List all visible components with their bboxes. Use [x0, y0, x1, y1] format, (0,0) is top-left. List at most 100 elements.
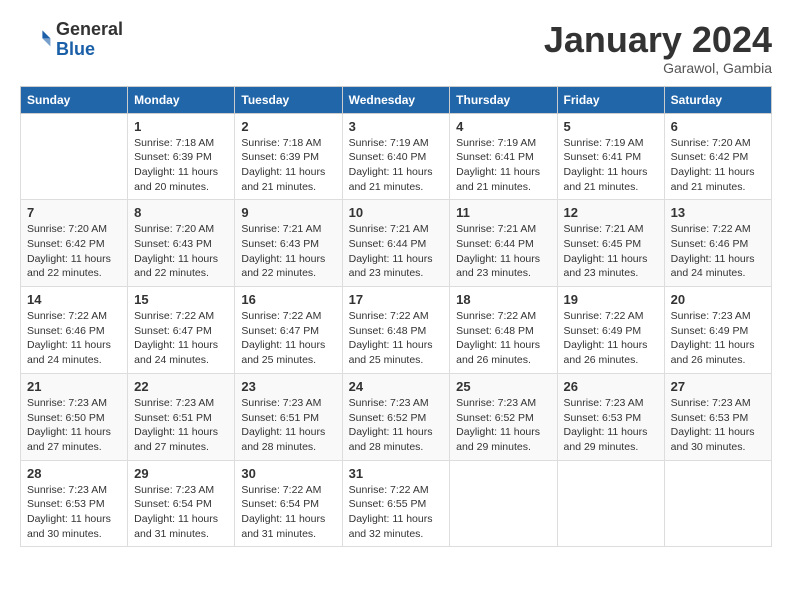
day-info: Sunrise: 7:23 AM Sunset: 6:51 PM Dayligh… [241, 396, 335, 455]
col-header-saturday: Saturday [664, 86, 771, 113]
day-info: Sunrise: 7:18 AM Sunset: 6:39 PM Dayligh… [241, 136, 335, 195]
calendar-table: SundayMondayTuesdayWednesdayThursdayFrid… [20, 86, 772, 548]
calendar-header-row: SundayMondayTuesdayWednesdayThursdayFrid… [21, 86, 772, 113]
day-info: Sunrise: 7:21 AM Sunset: 6:45 PM Dayligh… [564, 222, 658, 281]
col-header-monday: Monday [128, 86, 235, 113]
calendar-cell [557, 460, 664, 547]
day-info: Sunrise: 7:21 AM Sunset: 6:43 PM Dayligh… [241, 222, 335, 281]
day-number: 28 [27, 466, 121, 481]
day-number: 1 [134, 119, 228, 134]
calendar-cell: 30Sunrise: 7:22 AM Sunset: 6:54 PM Dayli… [235, 460, 342, 547]
calendar-subtitle: Garawol, Gambia [544, 60, 772, 76]
calendar-cell: 25 Sunrise: 7:23 AM Sunset: 6:52 PM Dayli… [450, 373, 557, 460]
day-info: Sunrise: 7:23 AM Sunset: 6:53 PM Dayligh… [564, 396, 658, 455]
calendar-cell: 9Sunrise: 7:21 AM Sunset: 6:43 PM Daylig… [235, 200, 342, 287]
calendar-week-3: 14 Sunrise: 7:22 AM Sunset: 6:46 PM Dayli… [21, 287, 772, 374]
day-number: 12 [564, 205, 658, 220]
day-number: 19 [564, 292, 658, 307]
day-number: 21 [27, 379, 121, 394]
calendar-cell: 21 Sunrise: 7:23 AM Sunset: 6:50 PM Dayli… [21, 373, 128, 460]
day-info: Sunrise: 7:22 AM Sunset: 6:47 PM Dayligh… [241, 309, 335, 368]
day-number: 26 [564, 379, 658, 394]
day-number: 5 [564, 119, 658, 134]
calendar-cell: 31 Sunrise: 7:22 AM Sunset: 6:55 PM Dayli… [342, 460, 450, 547]
col-header-wednesday: Wednesday [342, 86, 450, 113]
col-header-friday: Friday [557, 86, 664, 113]
day-info: Sunrise: 7:22 AM Sunset: 6:46 PM Dayligh… [27, 309, 121, 368]
day-number: 29 [134, 466, 228, 481]
calendar-cell: 4Sunrise: 7:19 AM Sunset: 6:41 PM Daylig… [450, 113, 557, 200]
day-number: 3 [349, 119, 444, 134]
calendar-cell: 26 Sunrise: 7:23 AM Sunset: 6:53 PM Dayli… [557, 373, 664, 460]
calendar-cell: 1 Sunrise: 7:18 AM Sunset: 6:39 PM Daylig… [128, 113, 235, 200]
day-number: 13 [671, 205, 765, 220]
day-number: 22 [134, 379, 228, 394]
title-block: January 2024 Garawol, Gambia [544, 20, 772, 76]
day-number: 6 [671, 119, 765, 134]
day-info: Sunrise: 7:20 AM Sunset: 6:43 PM Dayligh… [134, 222, 228, 281]
calendar-cell: 27 Sunrise: 7:23 AM Sunset: 6:53 PM Dayli… [664, 373, 771, 460]
logo-icon [20, 24, 52, 56]
calendar-cell: 13 Sunrise: 7:22 AM Sunset: 6:46 PM Dayli… [664, 200, 771, 287]
day-info: Sunrise: 7:23 AM Sunset: 6:49 PM Dayligh… [671, 309, 765, 368]
day-info: Sunrise: 7:22 AM Sunset: 6:48 PM Dayligh… [456, 309, 550, 368]
calendar-cell: 23Sunrise: 7:23 AM Sunset: 6:51 PM Dayli… [235, 373, 342, 460]
col-header-sunday: Sunday [21, 86, 128, 113]
day-info: Sunrise: 7:22 AM Sunset: 6:48 PM Dayligh… [349, 309, 444, 368]
day-number: 10 [349, 205, 444, 220]
day-number: 14 [27, 292, 121, 307]
day-info: Sunrise: 7:23 AM Sunset: 6:50 PM Dayligh… [27, 396, 121, 455]
calendar-cell: 17 Sunrise: 7:22 AM Sunset: 6:48 PM Dayli… [342, 287, 450, 374]
calendar-body: 1 Sunrise: 7:18 AM Sunset: 6:39 PM Daylig… [21, 113, 772, 547]
day-info: Sunrise: 7:23 AM Sunset: 6:54 PM Dayligh… [134, 483, 228, 542]
calendar-cell: 24 Sunrise: 7:23 AM Sunset: 6:52 PM Dayli… [342, 373, 450, 460]
calendar-cell: 14 Sunrise: 7:22 AM Sunset: 6:46 PM Dayli… [21, 287, 128, 374]
calendar-cell: 7Sunrise: 7:20 AM Sunset: 6:42 PM Daylig… [21, 200, 128, 287]
calendar-cell [450, 460, 557, 547]
calendar-cell: 3 Sunrise: 7:19 AM Sunset: 6:40 PM Daylig… [342, 113, 450, 200]
day-number: 18 [456, 292, 550, 307]
day-number: 27 [671, 379, 765, 394]
day-number: 11 [456, 205, 550, 220]
calendar-cell [664, 460, 771, 547]
day-info: Sunrise: 7:22 AM Sunset: 6:49 PM Dayligh… [564, 309, 658, 368]
day-info: Sunrise: 7:23 AM Sunset: 6:53 PM Dayligh… [671, 396, 765, 455]
day-number: 2 [241, 119, 335, 134]
calendar-cell: 15Sunrise: 7:22 AM Sunset: 6:47 PM Dayli… [128, 287, 235, 374]
calendar-cell: 8 Sunrise: 7:20 AM Sunset: 6:43 PM Daylig… [128, 200, 235, 287]
calendar-cell: 11Sunrise: 7:21 AM Sunset: 6:44 PM Dayli… [450, 200, 557, 287]
day-number: 31 [349, 466, 444, 481]
day-number: 15 [134, 292, 228, 307]
day-number: 25 [456, 379, 550, 394]
day-info: Sunrise: 7:23 AM Sunset: 6:52 PM Dayligh… [349, 396, 444, 455]
day-number: 24 [349, 379, 444, 394]
logo: General Blue [20, 20, 123, 60]
calendar-cell: 29 Sunrise: 7:23 AM Sunset: 6:54 PM Dayli… [128, 460, 235, 547]
day-number: 4 [456, 119, 550, 134]
calendar-cell: 16 Sunrise: 7:22 AM Sunset: 6:47 PM Dayli… [235, 287, 342, 374]
calendar-week-1: 1 Sunrise: 7:18 AM Sunset: 6:39 PM Daylig… [21, 113, 772, 200]
calendar-cell: 10 Sunrise: 7:21 AM Sunset: 6:44 PM Dayli… [342, 200, 450, 287]
calendar-week-2: 7Sunrise: 7:20 AM Sunset: 6:42 PM Daylig… [21, 200, 772, 287]
calendar-cell [21, 113, 128, 200]
calendar-cell: 20Sunrise: 7:23 AM Sunset: 6:49 PM Dayli… [664, 287, 771, 374]
calendar-cell: 6 Sunrise: 7:20 AM Sunset: 6:42 PM Daylig… [664, 113, 771, 200]
day-info: Sunrise: 7:22 AM Sunset: 6:55 PM Dayligh… [349, 483, 444, 542]
calendar-cell: 19 Sunrise: 7:22 AM Sunset: 6:49 PM Dayli… [557, 287, 664, 374]
day-info: Sunrise: 7:21 AM Sunset: 6:44 PM Dayligh… [349, 222, 444, 281]
day-info: Sunrise: 7:18 AM Sunset: 6:39 PM Dayligh… [134, 136, 228, 195]
day-info: Sunrise: 7:23 AM Sunset: 6:52 PM Dayligh… [456, 396, 550, 455]
calendar-week-5: 28Sunrise: 7:23 AM Sunset: 6:53 PM Dayli… [21, 460, 772, 547]
day-info: Sunrise: 7:22 AM Sunset: 6:54 PM Dayligh… [241, 483, 335, 542]
day-number: 17 [349, 292, 444, 307]
day-number: 16 [241, 292, 335, 307]
day-info: Sunrise: 7:22 AM Sunset: 6:46 PM Dayligh… [671, 222, 765, 281]
calendar-cell: 12 Sunrise: 7:21 AM Sunset: 6:45 PM Dayli… [557, 200, 664, 287]
day-info: Sunrise: 7:19 AM Sunset: 6:40 PM Dayligh… [349, 136, 444, 195]
calendar-cell: 18 Sunrise: 7:22 AM Sunset: 6:48 PM Dayli… [450, 287, 557, 374]
day-number: 8 [134, 205, 228, 220]
calendar-cell: 22Sunrise: 7:23 AM Sunset: 6:51 PM Dayli… [128, 373, 235, 460]
calendar-cell: 28Sunrise: 7:23 AM Sunset: 6:53 PM Dayli… [21, 460, 128, 547]
day-info: Sunrise: 7:19 AM Sunset: 6:41 PM Dayligh… [564, 136, 658, 195]
day-info: Sunrise: 7:20 AM Sunset: 6:42 PM Dayligh… [671, 136, 765, 195]
